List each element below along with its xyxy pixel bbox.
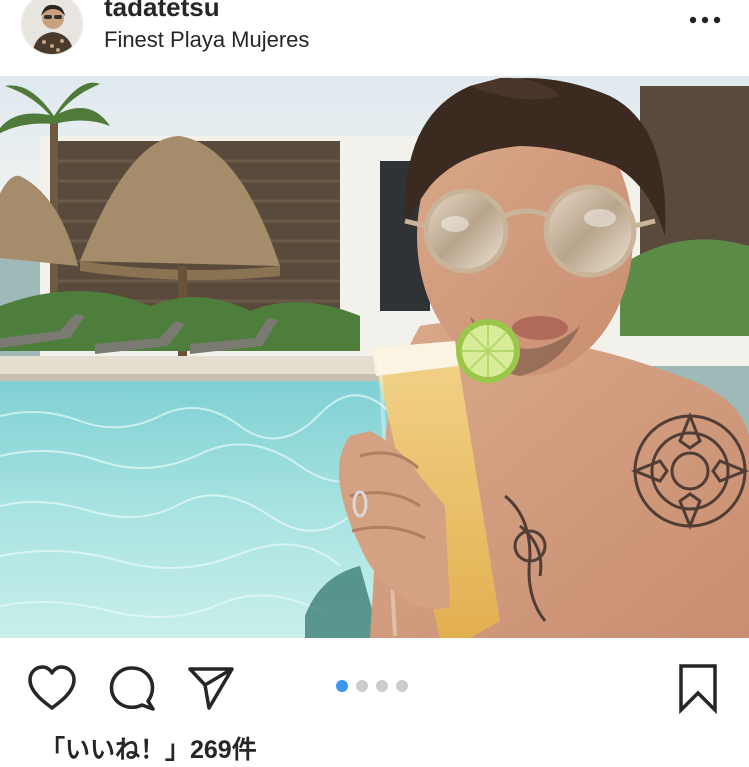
comment-icon [109, 666, 155, 711]
more-options-button[interactable] [680, 6, 730, 34]
likes-count[interactable]: 「いいね！」269件 [40, 733, 257, 767]
carousel-dot-3 [376, 680, 388, 692]
avatar[interactable] [21, 0, 83, 55]
location-link[interactable]: Finest Playa Mujeres [104, 27, 309, 53]
carousel-dot-2 [356, 680, 368, 692]
more-horizontal-icon [689, 16, 721, 24]
username[interactable]: tadatetsu [104, 0, 220, 22]
carousel-indicator [336, 680, 408, 692]
action-bar [0, 638, 749, 734]
carousel-dot-4 [396, 680, 408, 692]
save-button[interactable] [670, 658, 726, 718]
bookmark-icon [679, 664, 717, 714]
post-photo[interactable] [0, 76, 749, 638]
carousel-dot-1 [336, 680, 348, 692]
share-icon [188, 667, 234, 710]
like-button[interactable] [24, 660, 80, 716]
share-button[interactable] [183, 660, 239, 716]
post-header: tadatetsu Finest Playa Mujeres [0, 0, 749, 76]
heart-icon [28, 665, 76, 710]
comment-button[interactable] [104, 660, 160, 716]
